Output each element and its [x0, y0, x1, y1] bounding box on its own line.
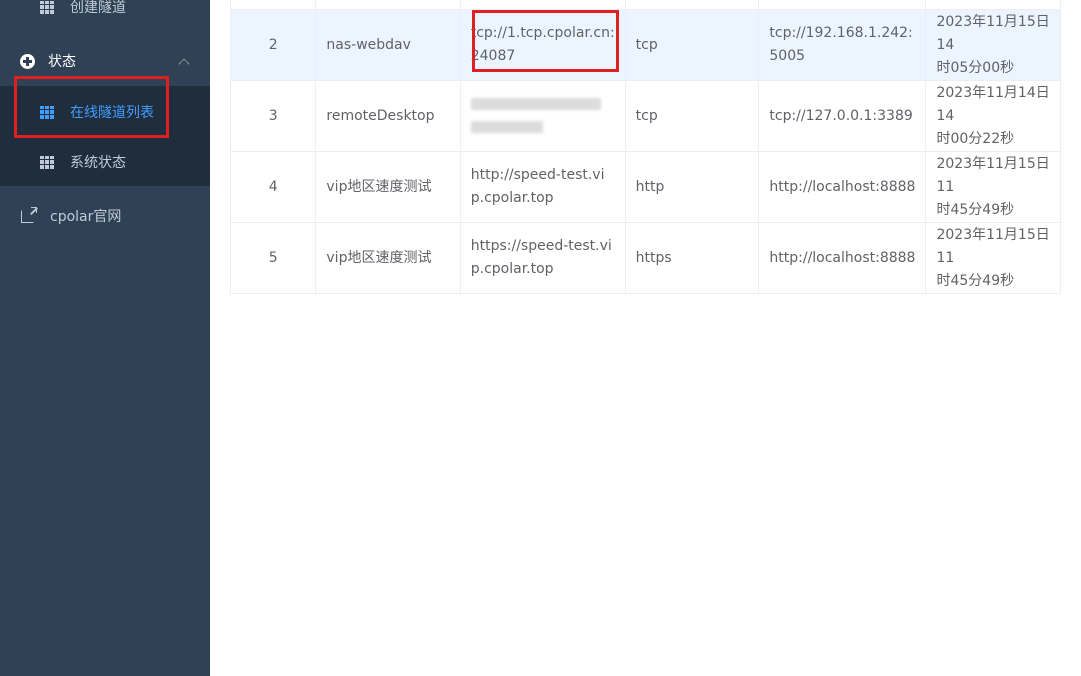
cell-protocol: tcp: [624, 80, 760, 152]
table-row[interactable]: 2 nas-webdav tcp://1.tcp.cpolar.cn: 2408…: [229, 9, 1061, 81]
cell-index: 3: [229, 80, 317, 152]
annotation-highlight-box: [472, 10, 619, 72]
cell-created-time: 2023年11月15日 11 时45分49秒: [925, 222, 1061, 294]
cell-line: 时45分49秒: [936, 201, 1015, 218]
sidebar-item-system-status[interactable]: 系统状态: [0, 138, 210, 186]
sidebar-item-create-tunnel[interactable]: 创建隧道: [0, 0, 210, 26]
cell-local-address: http://localhost:8888: [758, 222, 927, 294]
cell-local-address: tcp://127.0.0.1:3389: [758, 80, 927, 152]
table-row: [229, 0, 1061, 10]
cell-line: p.cpolar.top: [470, 190, 554, 206]
cell-public-url: http://speed-test.vi p.cpolar.top: [459, 151, 626, 223]
cell-index: 2: [229, 9, 317, 81]
cell-public-url: https://speed-test.vi p.cpolar.top: [459, 222, 626, 294]
cell-line: 5005: [769, 48, 806, 64]
cell-line: tcp://192.168.1.242:: [769, 25, 913, 41]
cell-name: vip地区速度测试: [315, 222, 461, 294]
external-link-icon: [21, 206, 37, 223]
table-row[interactable]: 4 vip地区速度测试 http://speed-test.vi p.cpola…: [229, 151, 1061, 223]
cell-line: 时00分22秒: [936, 130, 1015, 147]
sidebar-item-cpolar-site[interactable]: cpolar官网: [0, 192, 210, 240]
cell-protocol: http: [624, 151, 760, 223]
grid-icon: [40, 0, 54, 14]
cell-protocol: https: [624, 222, 760, 294]
cell-created-time: 2023年11月15日 11 时45分49秒: [925, 151, 1061, 223]
cell-created-time: 2023年11月14日 14 时00分22秒: [925, 80, 1061, 152]
status-icon: [20, 53, 35, 69]
sidebar-item-label: 创建隧道: [70, 0, 126, 16]
sidebar-item-label: 系统状态: [70, 155, 126, 171]
table-row[interactable]: 3 remoteDesktop tcp tcp://127.0.0.1:3389…: [229, 80, 1061, 152]
chevron-up-icon: [178, 58, 190, 70]
cell-line: https://speed-test.vi: [470, 238, 612, 254]
cell-created-time: 2023年11月15日 14 时05分00秒: [925, 9, 1061, 81]
cell-index: 4: [229, 151, 317, 223]
cell-line: 2023年11月15日 11: [936, 155, 1050, 195]
redacted-text: [470, 121, 543, 133]
cell-line: 时45分49秒: [936, 272, 1015, 289]
table-row[interactable]: 5 vip地区速度测试 https://speed-test.vi p.cpol…: [229, 222, 1061, 294]
cell-line: 2023年11月15日 14: [936, 13, 1050, 53]
app-root: 创建隧道 状态 在线隧道列表 系统状态 cpolar官网 2 nas-webda…: [0, 0, 1081, 676]
sidebar-item-label: cpolar官网: [50, 209, 122, 225]
cell-line: http://speed-test.vi: [470, 167, 605, 183]
cell-local-address: tcp://192.168.1.242: 5005: [758, 9, 927, 81]
cell-name: remoteDesktop: [315, 80, 461, 152]
cell-line: p.cpolar.top: [470, 261, 554, 277]
grid-icon: [40, 155, 54, 169]
sidebar-group-label: 状态: [48, 54, 76, 70]
cell-index: 5: [229, 222, 317, 294]
cell-name: nas-webdav: [315, 9, 461, 81]
cell-protocol: tcp: [624, 9, 760, 81]
cell-line: 2023年11月15日 11: [936, 226, 1050, 266]
redacted-text: [470, 98, 601, 110]
cell-local-address: http://localhost:8888: [758, 151, 927, 223]
cell-name: vip地区速度测试: [315, 151, 461, 223]
cell-public-url-redacted: [459, 80, 626, 152]
cell-line: 2023年11月14日 14: [936, 84, 1050, 124]
annotation-highlight-box: [14, 76, 169, 138]
tunnel-table: 2 nas-webdav tcp://1.tcp.cpolar.cn: 2408…: [229, 0, 1061, 294]
cell-line: 时05分00秒: [936, 59, 1015, 76]
